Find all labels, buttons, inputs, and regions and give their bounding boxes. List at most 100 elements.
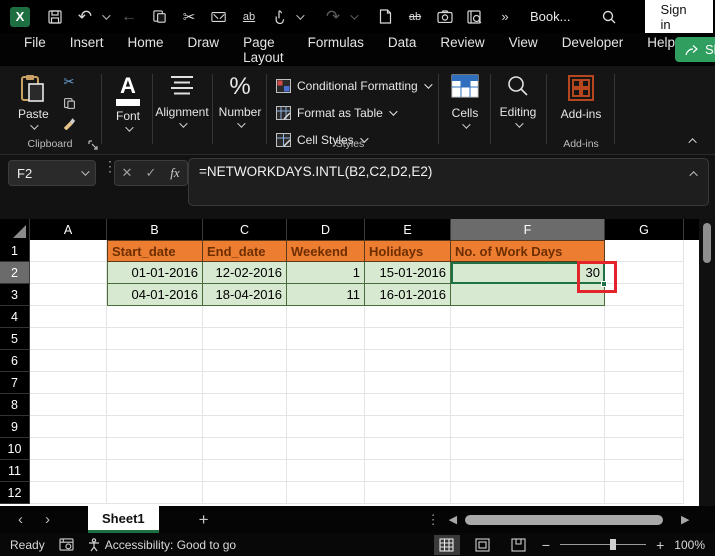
column-header-F[interactable]: F [451,219,605,240]
cell-D4[interactable] [287,306,365,328]
row-header-10[interactable]: 10 [0,438,30,460]
editing-dropdown-icon[interactable] [515,119,524,128]
row-header-5[interactable]: 5 [0,328,30,350]
insert-function-button[interactable]: fx [163,165,187,181]
cell-F10[interactable] [451,438,605,460]
column-header-A[interactable]: A [30,219,107,240]
cancel-button[interactable]: ✕ [115,165,139,181]
tab-page-layout[interactable]: Page Layout [243,29,284,71]
cell-G2[interactable] [605,262,684,284]
cell-D9[interactable] [287,416,365,438]
cell-G7[interactable] [605,372,684,394]
paste-dropdown-icon[interactable] [30,121,40,130]
column-header-E[interactable]: E [365,219,451,240]
row-header-8[interactable]: 8 [0,394,30,416]
cell-F9[interactable] [451,416,605,438]
undo-icon[interactable]: ↶ [72,4,98,30]
collapse-ribbon-icon[interactable] [688,138,697,147]
cell-D2[interactable]: 1 [287,262,365,284]
cell-F2[interactable]: 30 [451,262,605,284]
cell-E7[interactable] [365,372,451,394]
zoom-slider[interactable] [560,539,647,550]
page-layout-view-button[interactable] [470,535,496,555]
cells-group-button[interactable]: Cells [442,74,488,129]
zoom-out-button[interactable]: − [542,537,550,553]
cell-G6[interactable] [605,350,684,372]
zoom-level[interactable]: 100% [674,538,705,552]
cell-B7[interactable] [107,372,203,394]
tab-home[interactable]: Home [127,29,164,71]
cell-E4[interactable] [365,306,451,328]
formula-bar-drag-handle[interactable]: ⋮ [103,159,117,173]
cell-E11[interactable] [365,460,451,482]
cell-F3[interactable] [451,284,605,306]
horizontal-scrollbar[interactable] [463,514,675,525]
cell-D10[interactable] [287,438,365,460]
cell-C7[interactable] [203,372,287,394]
cell-A5[interactable] [30,328,107,350]
cell-B1[interactable]: Start_date [107,240,203,262]
cell-C1[interactable]: End_date [203,240,287,262]
cell-C2[interactable]: 12-02-2016 [203,262,287,284]
back-icon[interactable]: ← [116,4,142,30]
page-break-preview-button[interactable] [506,535,532,555]
cell-D3[interactable]: 11 [287,284,365,306]
cell-C3[interactable]: 18-04-2016 [203,284,287,306]
row-header-4[interactable]: 4 [0,306,30,328]
name-box-dropdown-icon[interactable] [81,167,90,176]
cell-A3[interactable] [30,284,107,306]
cell-F8[interactable] [451,394,605,416]
row-header-2[interactable]: 2 [0,262,30,284]
cell-E3[interactable]: 16-01-2016 [365,284,451,306]
select-all-button[interactable] [0,219,30,240]
cell-A11[interactable] [30,460,107,482]
cell-A12[interactable] [30,482,107,504]
clipboard-dialog-launcher-icon[interactable] [88,140,98,150]
tab-review[interactable]: Review [440,29,484,71]
cell-B9[interactable] [107,416,203,438]
cell-F7[interactable] [451,372,605,394]
vertical-scrollbar-thumb[interactable] [703,223,711,263]
row-header-3[interactable]: 3 [0,284,30,306]
sheet-tab-sheet1[interactable]: Sheet1 [88,506,159,533]
cell-F5[interactable] [451,328,605,350]
paste-button[interactable]: Paste [18,74,49,130]
cell-A9[interactable] [30,416,107,438]
strikethrough-icon[interactable]: ab [402,4,428,30]
zoom-in-button[interactable]: + [656,537,664,553]
cell-G3[interactable] [605,284,684,306]
cell-A10[interactable] [30,438,107,460]
cell-G5[interactable] [605,328,684,350]
new-document-icon[interactable] [372,4,398,30]
cell-A6[interactable] [30,350,107,372]
cell-C10[interactable] [203,438,287,460]
column-header-G[interactable]: G [605,219,684,240]
screenshot-icon[interactable] [432,4,458,30]
cell-F11[interactable] [451,460,605,482]
tab-help[interactable]: Help [647,29,675,71]
cell-B6[interactable] [107,350,203,372]
number-group-button[interactable]: % Number [216,74,264,128]
cell-B12[interactable] [107,482,203,504]
format-as-table-button[interactable]: Format as Table [276,101,430,125]
cell-C8[interactable] [203,394,287,416]
share-button[interactable]: Share [675,37,715,62]
cell-C5[interactable] [203,328,287,350]
cell-A1[interactable] [30,240,107,262]
enter-button[interactable]: ✓ [139,165,163,181]
row-header-7[interactable]: 7 [0,372,30,394]
cell-A8[interactable] [30,394,107,416]
scroll-left-icon[interactable]: ◀ [449,513,457,526]
cell-B10[interactable] [107,438,203,460]
paste-picture-icon[interactable] [206,4,232,30]
fill-handle[interactable] [601,281,607,287]
tab-draw[interactable]: Draw [188,29,220,71]
cell-B8[interactable] [107,394,203,416]
cell-D8[interactable] [287,394,365,416]
format-painter-button[interactable] [62,117,76,130]
cut-icon[interactable]: ✂ [176,4,202,30]
cell-C4[interactable] [203,306,287,328]
column-header-C[interactable]: C [203,219,287,240]
copy-icon[interactable] [146,4,172,30]
touch-mode-icon[interactable] [266,4,292,30]
